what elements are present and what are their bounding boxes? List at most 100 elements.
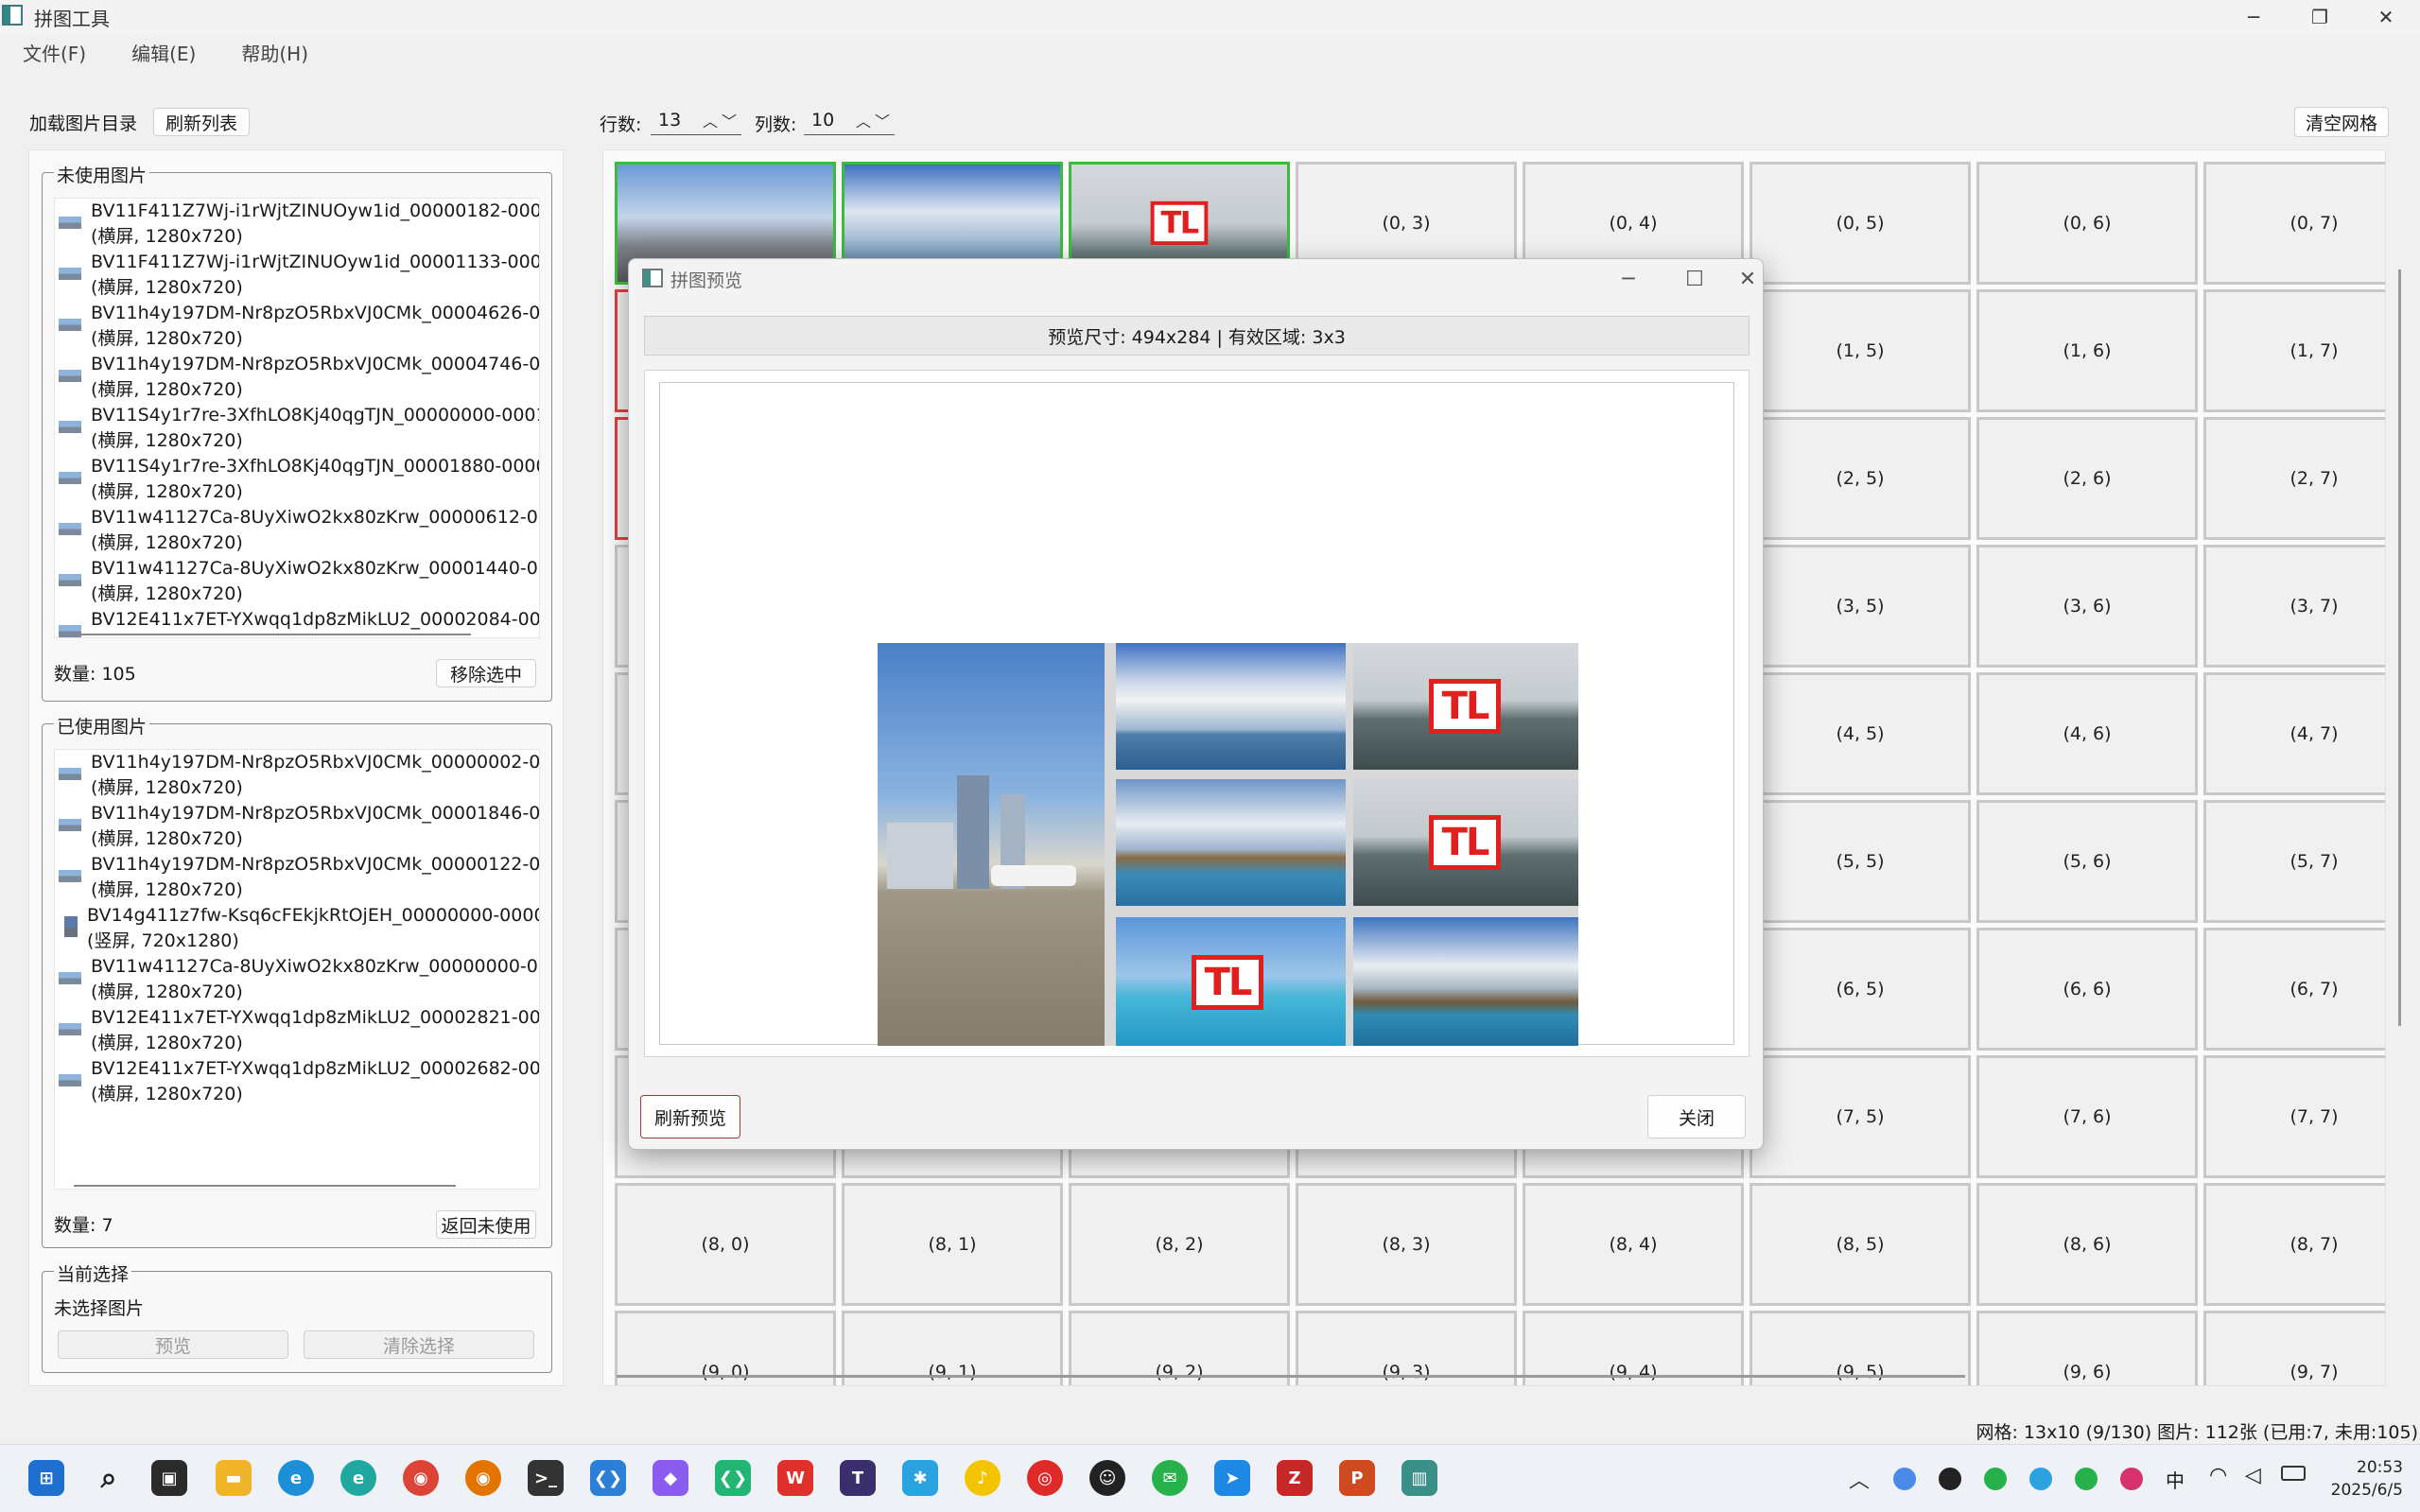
load-dir-button[interactable]: 加载图片目录 [26,108,140,136]
ime-indicator[interactable]: 中 [2166,1466,2185,1493]
unused-list-item[interactable]: BV11F411Z7Wj-i1rWjtZINUOyw1id_00001133-0… [55,250,539,301]
clear-selection-button[interactable]: 清除选择 [304,1330,534,1359]
dialog-maximize-button[interactable]: ☐ [1664,259,1725,299]
vmware-icon[interactable]: ✱ [902,1460,938,1496]
used-list-item[interactable]: BV12E411x7ET-YXwqq1dp8zMikLU2_00002821-0… [55,1005,539,1056]
unused-list-hscroll[interactable] [74,634,471,635]
edge-beta-icon[interactable]: e [340,1460,376,1496]
dialog-close-text-button[interactable]: 关闭 [1647,1095,1746,1138]
grid-vscroll[interactable] [2398,269,2401,1026]
remove-selected-button[interactable]: 移除选中 [436,659,536,687]
restore-button[interactable]: ❐ [2287,0,2353,34]
grid-cell[interactable]: (8, 4) [1523,1183,1744,1306]
grid-cell[interactable]: (6, 7) [2203,928,2385,1051]
chrome-dev-icon[interactable]: ◉ [465,1460,501,1496]
wps-icon[interactable]: W [777,1460,813,1496]
used-list-hscroll[interactable] [74,1185,456,1187]
used-list-item[interactable]: BV11h4y197DM-Nr8pzO5RbxVJ0CMk_00000002-0… [55,750,539,801]
grid-hscroll[interactable] [617,1375,1965,1378]
rows-down-icon[interactable]: ﹀ [722,109,737,131]
grid-cell[interactable]: (6, 5) [1750,928,1971,1051]
tray-app-3-icon[interactable] [2120,1468,2143,1490]
grid-cell[interactable]: (9, 7) [2203,1311,2385,1385]
used-list-item[interactable]: BV11w41127Ca-8UyXiwO2kx80zKrw_00000000-0… [55,954,539,1005]
grid-cell[interactable]: (7, 6) [1976,1055,2198,1178]
rows-spinbox[interactable]: 13 ︿ ﹀ [651,107,741,135]
grid-cell[interactable]: (1, 7) [2203,289,2385,412]
wechat-icon[interactable]: ✉ [1152,1460,1188,1496]
grid-cell[interactable]: (8, 7) [2203,1183,2385,1306]
grid-cell[interactable]: (1, 6) [1976,289,2198,412]
search-icon[interactable]: ⌕ [91,1460,127,1496]
grid-cell[interactable]: (8, 0) [615,1183,836,1306]
unused-images-list[interactable]: BV11F411Z7Wj-i1rWjtZINUOyw1id_00000182-0… [54,198,540,638]
wifi-icon[interactable]: ◠ [2209,1464,2227,1487]
grid-cell[interactable]: (5, 6) [1976,800,2198,923]
unused-list-vscroll[interactable] [539,219,540,257]
grid-cell[interactable]: (5, 5) [1750,800,1971,923]
grid-cell[interactable]: (0, 7) [2203,162,2385,285]
grid-cell[interactable]: (6, 6) [1976,928,2198,1051]
grid-cell[interactable]: (8, 5) [1750,1183,1971,1306]
return-unused-button[interactable]: 返回未使用 [436,1210,536,1239]
cols-spinbox[interactable]: 10 ︿ ﹀ [804,107,895,135]
music-app-icon[interactable]: ♪ [965,1460,1001,1496]
grid-cell[interactable]: (2, 5) [1750,417,1971,540]
grid-cell[interactable]: (2, 6) [1976,417,2198,540]
task-view-icon[interactable]: ▣ [151,1460,187,1496]
grid-cell[interactable]: (8, 1) [842,1183,1063,1306]
unused-list-item[interactable]: BV11S4y1r7re-3XfhLO8Kj40qgTJN_00001880-0… [55,454,539,505]
terminal-icon[interactable]: >_ [528,1460,564,1496]
unused-list-item[interactable]: BV11h4y197DM-Nr8pzO5RbxVJ0CMk_00004746-0… [55,352,539,403]
tray-wechat-icon[interactable] [1984,1468,2007,1490]
grid-cell[interactable]: (4, 7) [2203,672,2385,795]
refresh-preview-button[interactable]: 刷新预览 [640,1095,740,1138]
preview-button[interactable]: 预览 [58,1330,288,1359]
powerpoint-icon[interactable]: P [1339,1460,1375,1496]
qq-icon[interactable]: ☺ [1089,1460,1125,1496]
minimize-button[interactable]: ─ [2220,0,2287,34]
dialog-minimize-button[interactable]: ─ [1598,259,1659,299]
used-list-item[interactable]: BV12E411x7ET-YXwqq1dp8zMikLU2_00002682-0… [55,1056,539,1107]
edge-icon[interactable]: e [278,1460,314,1496]
grid-cell[interactable]: (4, 6) [1976,672,2198,795]
unused-list-item[interactable]: BV11F411Z7Wj-i1rWjtZINUOyw1id_00000182-0… [55,199,539,250]
tray-qq-icon[interactable] [1939,1468,1961,1490]
close-button[interactable]: ✕ [2353,0,2419,34]
feishu-icon[interactable]: ➤ [1214,1460,1250,1496]
grid-cell[interactable]: (8, 2) [1069,1183,1290,1306]
menu-file[interactable]: 文件(F) [0,38,109,70]
grid-cell[interactable]: (3, 5) [1750,545,1971,668]
used-list-item[interactable]: BV11h4y197DM-Nr8pzO5RbxVJ0CMk_00000122-0… [55,852,539,903]
grid-cell[interactable]: (3, 7) [2203,545,2385,668]
cols-up-icon[interactable]: ︿ [856,109,871,131]
cols-down-icon[interactable]: ﹀ [875,109,890,131]
crystal-app-icon[interactable]: ◆ [653,1460,688,1496]
texstudio-icon[interactable]: T [840,1460,876,1496]
grid-cell[interactable]: (7, 5) [1750,1055,1971,1178]
grid-cell[interactable]: (9, 6) [1976,1311,2198,1385]
mosaic-tool-taskbar-icon[interactable]: ▥ [1402,1460,1437,1496]
clear-grid-button[interactable]: 清空网格 [2294,107,2389,137]
grid-cell[interactable]: (8, 3) [1296,1183,1517,1306]
vscode-icon[interactable]: ❮❯ [590,1460,626,1496]
netease-music-icon[interactable]: ◎ [1027,1460,1063,1496]
rows-up-icon[interactable]: ︿ [703,109,718,131]
unused-list-item[interactable]: BV11w41127Ca-8UyXiwO2kx80zKrw_00000612-0… [55,505,539,556]
unused-list-item[interactable]: BV11h4y197DM-Nr8pzO5RbxVJ0CMk_00004626-0… [55,301,539,352]
volume-icon[interactable]: ◁ [2245,1464,2261,1487]
grid-cell[interactable]: (7, 7) [2203,1055,2385,1178]
file-explorer-icon[interactable]: ▬ [216,1460,252,1496]
tray-app-2-icon[interactable] [2029,1468,2052,1490]
start-icon[interactable]: ⊞ [28,1460,64,1496]
dialog-close-button[interactable]: ✕ [1731,259,1765,299]
menu-help[interactable]: 帮助(H) [218,38,331,70]
tray-overflow-icon[interactable]: ︿ [1849,1464,1870,1494]
grid-cell[interactable]: (0, 5) [1750,162,1971,285]
refresh-list-button[interactable]: 刷新列表 [153,108,250,136]
grid-cell[interactable]: (3, 6) [1976,545,2198,668]
taskbar-clock[interactable]: 20:53 2025/6/5 [2331,1456,2403,1502]
grid-cell[interactable]: (2, 7) [2203,417,2385,540]
grid-cell[interactable]: (1, 5) [1750,289,1971,412]
unused-list-item[interactable]: BV11S4y1r7re-3XfhLO8Kj40qgTJN_00000000-0… [55,403,539,454]
